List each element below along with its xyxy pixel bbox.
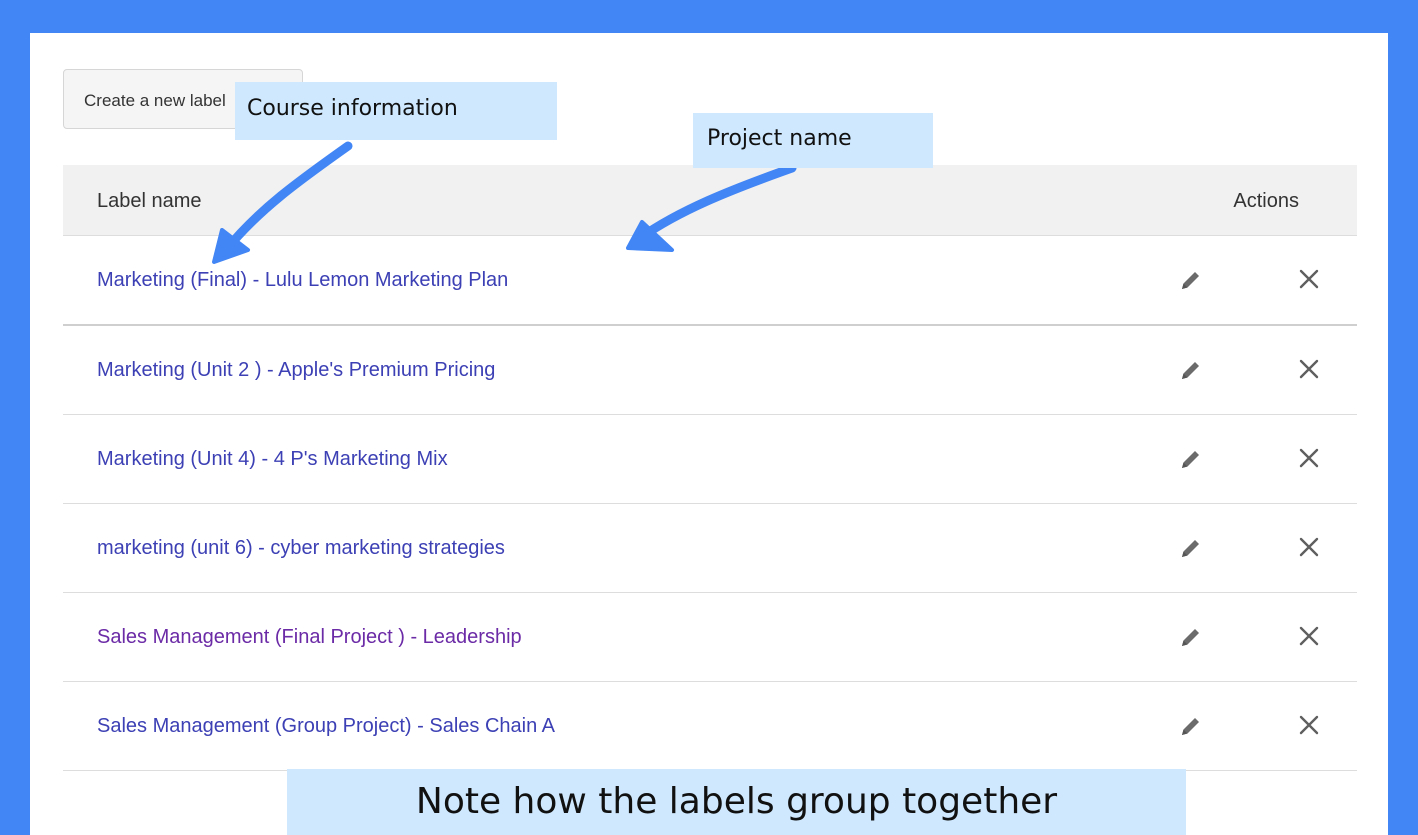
pencil-icon[interactable] [1179, 714, 1203, 738]
close-icon[interactable] [1299, 269, 1319, 289]
pencil-icon[interactable] [1179, 358, 1203, 382]
close-icon[interactable] [1299, 448, 1319, 468]
pencil-icon[interactable] [1179, 447, 1203, 471]
close-icon[interactable] [1299, 626, 1319, 646]
table-row: Sales Management (Final Project ) - Lead… [63, 593, 1357, 682]
table-header: Label name Actions [63, 165, 1357, 236]
label-link[interactable]: Sales Management (Final Project ) - Lead… [97, 626, 522, 649]
table-row: Marketing (Unit 2 ) - Apple's Premium Pr… [63, 326, 1357, 415]
callout-project-name: Project name [693, 113, 933, 168]
table-row: marketing (unit 6) - cyber marketing str… [63, 504, 1357, 593]
pencil-icon[interactable] [1179, 536, 1203, 560]
pencil-icon[interactable] [1179, 625, 1203, 649]
label-link[interactable]: Marketing (Unit 2 ) - Apple's Premium Pr… [97, 359, 495, 382]
pencil-icon[interactable] [1179, 268, 1203, 292]
table-row: Sales Management (Group Project) - Sales… [63, 682, 1357, 771]
callout-course-information: Course information [235, 82, 557, 140]
table-row: Marketing (Final) - Lulu Lemon Marketing… [63, 236, 1357, 326]
table-row: Marketing (Unit 4) - 4 P's Marketing Mix [63, 415, 1357, 504]
close-icon[interactable] [1299, 715, 1319, 735]
callout-note: Note how the labels group together [287, 769, 1186, 835]
close-icon[interactable] [1299, 359, 1319, 379]
column-header-actions: Actions [1233, 190, 1299, 212]
close-icon[interactable] [1299, 537, 1319, 557]
label-link[interactable]: Marketing (Unit 4) - 4 P's Marketing Mix [97, 448, 448, 471]
column-header-label-name: Label name [97, 190, 202, 212]
label-link[interactable]: marketing (unit 6) - cyber marketing str… [97, 537, 505, 560]
label-link[interactable]: Sales Management (Group Project) - Sales… [97, 715, 555, 738]
label-link[interactable]: Marketing (Final) - Lulu Lemon Marketing… [97, 269, 508, 292]
